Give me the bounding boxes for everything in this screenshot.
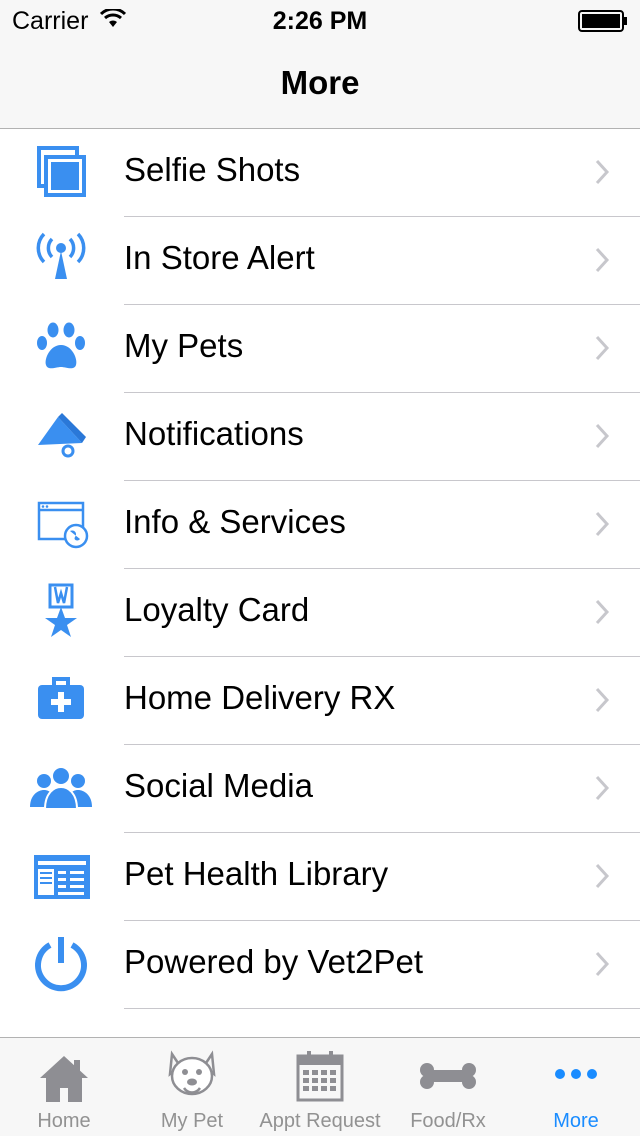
chevron-right-icon [594, 774, 610, 807]
menu-item-label: Selfie Shots [124, 151, 301, 188]
chevron-right-icon [594, 510, 610, 543]
chevron-right-icon [594, 334, 610, 367]
chevron-right-icon [594, 158, 610, 191]
menu-item-pet-health-library[interactable]: Pet Health Library [0, 833, 640, 921]
paw-icon [30, 319, 92, 379]
menu-item-home-delivery-rx[interactable]: Home Delivery RX [0, 657, 640, 745]
chevron-right-icon [594, 598, 610, 631]
tab-label: My Pet [160, 1110, 224, 1132]
more-dots-icon [546, 1048, 606, 1104]
battery-icon [578, 10, 628, 37]
tab-label: More [553, 1110, 599, 1132]
tab-label: Appt Request [259, 1110, 381, 1132]
menu-item-loyalty-card[interactable]: Loyalty Card [0, 569, 640, 657]
chevron-right-icon [594, 686, 610, 719]
power-icon [30, 935, 92, 995]
menu-item-label: Pet Health Library [124, 855, 389, 892]
medical-kit-icon [30, 671, 92, 731]
chevron-right-icon [594, 246, 610, 279]
tab-appt-request[interactable]: Appt Request [256, 1038, 384, 1136]
chevron-right-icon [594, 950, 610, 983]
menu-item-label: Info & Services [124, 503, 346, 540]
tab-bar: Home My Pet Appt Request Food/Rx More [0, 1037, 640, 1136]
photos-icon [30, 143, 92, 203]
home-icon [34, 1048, 94, 1104]
menu-item-label: Home Delivery RX [124, 679, 396, 716]
star-medal-icon [30, 583, 92, 643]
tab-food-rx[interactable]: Food/Rx [384, 1038, 512, 1136]
menu-item-label: In Store Alert [124, 239, 315, 276]
megaphone-icon [30, 407, 92, 467]
menu-item-selfie-shots[interactable]: Selfie Shots [0, 129, 640, 217]
page-title: More [280, 64, 360, 101]
dog-face-icon [162, 1048, 222, 1104]
menu-item-info-services[interactable]: Info & Services [0, 481, 640, 569]
status-bar: Carrier 2:26 PM [0, 0, 640, 40]
menu-item-partial[interactable] [0, 1009, 640, 1036]
menu-item-in-store-alert[interactable]: In Store Alert [0, 217, 640, 305]
chevron-right-icon [594, 862, 610, 895]
browser-globe-icon [30, 495, 92, 555]
navigation-bar: More [0, 40, 640, 129]
antenna-icon [30, 231, 92, 291]
menu-item-powered-by-vet2pet[interactable]: Powered by Vet2Pet [0, 921, 640, 1009]
menu-item-label: Notifications [124, 415, 304, 452]
menu-item-label: Social Media [124, 767, 313, 804]
menu-item-my-pets[interactable]: My Pets [0, 305, 640, 393]
tab-home[interactable]: Home [0, 1038, 128, 1136]
newspaper-icon [30, 847, 92, 907]
menu-item-label: My Pets [124, 327, 244, 364]
tab-label: Food/Rx [410, 1110, 486, 1132]
tab-my-pet[interactable]: My Pet [128, 1038, 256, 1136]
people-icon [30, 759, 92, 819]
more-menu-list[interactable]: Selfie Shots In Store Alert My Pets Noti… [0, 129, 640, 1036]
play-icon [30, 1023, 92, 1036]
bone-icon [418, 1048, 478, 1104]
menu-item-social-media[interactable]: Social Media [0, 745, 640, 833]
tab-more[interactable]: More [512, 1038, 640, 1136]
tab-label: Home [37, 1110, 91, 1132]
status-time: 2:26 PM [272, 7, 368, 35]
menu-item-label: Powered by Vet2Pet [124, 943, 424, 980]
calendar-icon [290, 1048, 350, 1104]
chevron-right-icon [594, 422, 610, 455]
menu-item-label: Loyalty Card [124, 591, 310, 628]
menu-item-notifications[interactable]: Notifications [0, 393, 640, 481]
